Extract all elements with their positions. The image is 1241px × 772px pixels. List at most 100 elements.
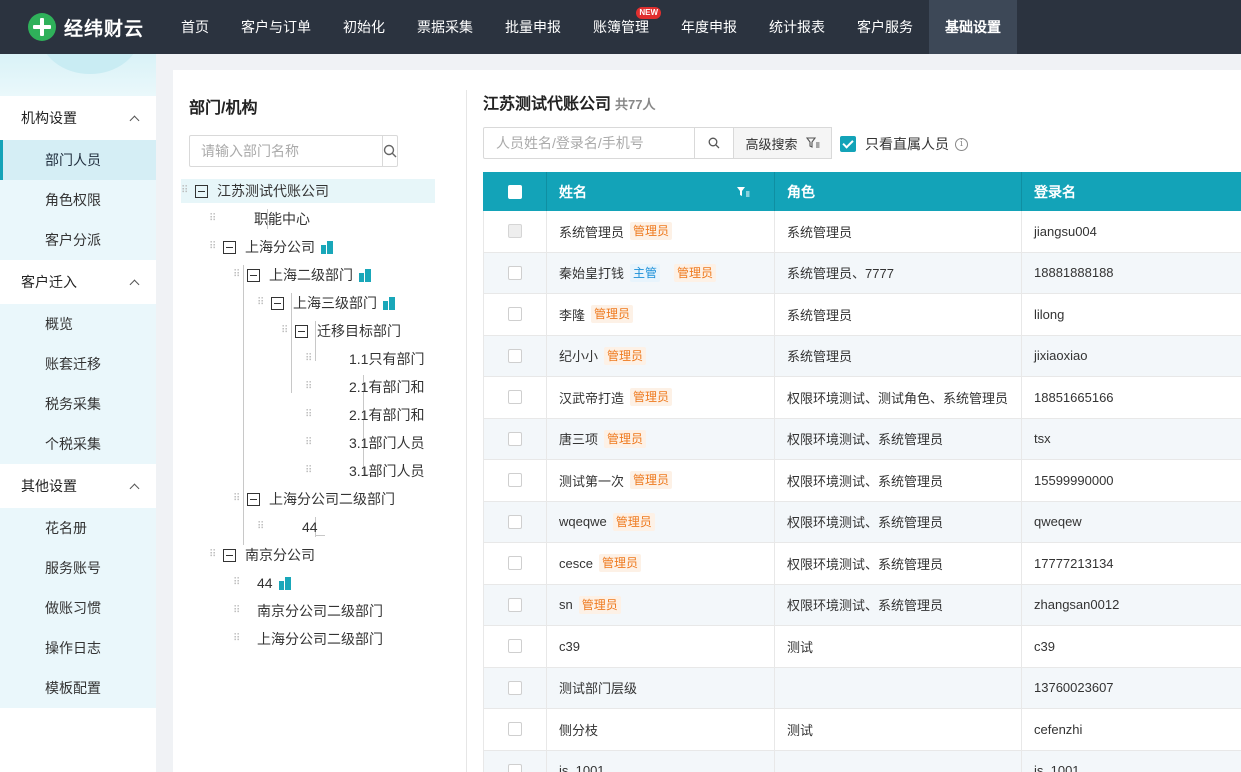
dept-search-button[interactable] xyxy=(382,136,397,166)
table-row[interactable]: c39 测试 c39 xyxy=(483,626,1241,668)
drag-handle-icon[interactable]: ⠿ xyxy=(305,382,319,392)
nav-item-init[interactable]: 初始化 xyxy=(327,0,401,54)
sidebar-item-overview[interactable]: 概览 xyxy=(0,304,156,344)
tree-node[interactable]: ⠿ 44 xyxy=(257,515,318,539)
sidebar-item-template-config[interactable]: 模板配置 xyxy=(0,668,156,708)
table-row[interactable]: sn 管理员 权限环境测试、系统管理员 zhangsan0012 xyxy=(483,584,1241,626)
user-search-input[interactable] xyxy=(484,128,694,158)
sidebar-item-bookkeeping-habits[interactable]: 做账习惯 xyxy=(0,588,156,628)
user-search-button[interactable] xyxy=(694,127,734,159)
drag-handle-icon[interactable]: ⠿ xyxy=(233,494,247,504)
row-checkbox[interactable] xyxy=(508,473,522,488)
row-checkbox[interactable] xyxy=(508,307,522,322)
advanced-search-button[interactable]: 高级搜索 xyxy=(733,127,832,159)
collapse-box-icon[interactable] xyxy=(223,548,236,562)
tree-node[interactable]: ⠿ 南京分公司二级部门 xyxy=(233,599,383,623)
tree-node[interactable]: ⠿ 1.1只有部门 xyxy=(305,347,451,371)
row-checkbox[interactable] xyxy=(508,348,522,363)
table-row[interactable]: 汉武帝打造 管理员 权限环境测试、测试角色、系统管理员 18851665166 xyxy=(483,377,1241,419)
collapse-box-icon[interactable] xyxy=(195,184,208,198)
sidebar-item-role-perm[interactable]: 角色权限 xyxy=(0,180,156,220)
drag-handle-icon[interactable]: ⠿ xyxy=(233,578,247,588)
sidebar-item-dept-staff[interactable]: 部门人员 xyxy=(0,140,156,180)
tree-node[interactable]: ⠿ 2.1有部门和 xyxy=(305,375,451,399)
nav-item-basic-settings[interactable]: 基础设置 xyxy=(929,0,1017,54)
row-checkbox[interactable] xyxy=(508,556,522,571)
only-direct-checkbox[interactable] xyxy=(840,136,856,152)
drag-handle-icon[interactable]: ⠿ xyxy=(305,410,319,420)
nav-item-annual-declare[interactable]: 年度申报 xyxy=(665,0,753,54)
logo[interactable]: 经纬财云 xyxy=(0,13,165,41)
tree-node[interactable]: ⠿ 上海分公司二级部门 xyxy=(233,627,383,651)
row-checkbox[interactable] xyxy=(508,265,522,280)
sidebar-item-account-migrate[interactable]: 账套迁移 xyxy=(0,344,156,384)
tree-node[interactable]: ⠿ 3.1部门人员 xyxy=(305,431,451,455)
tree-node[interactable]: ⠿ 迁移目标部门 xyxy=(281,319,401,343)
info-icon[interactable]: i xyxy=(955,137,968,151)
sidebar-group-org[interactable]: 机构设置 xyxy=(0,96,156,140)
drag-handle-icon[interactable]: ⠿ xyxy=(233,606,247,616)
nav-item-customers-orders[interactable]: 客户与订单 xyxy=(225,0,327,54)
drag-handle-icon[interactable]: ⠿ xyxy=(257,298,271,308)
drag-handle-icon[interactable]: ⠿ xyxy=(305,466,319,476)
tree-node[interactable]: ⠿ 上海二级部门 xyxy=(233,263,371,287)
row-checkbox[interactable] xyxy=(508,763,522,772)
row-checkbox[interactable] xyxy=(508,514,522,529)
collapse-box-icon[interactable] xyxy=(247,268,260,282)
drag-handle-icon[interactable]: ⠿ xyxy=(181,186,195,196)
select-all-checkbox[interactable] xyxy=(507,184,522,199)
row-checkbox[interactable] xyxy=(508,597,522,612)
row-checkbox[interactable] xyxy=(508,722,522,737)
tree-node[interactable]: ⠿ 职能中心 xyxy=(209,207,310,231)
sidebar-item-customer-assign[interactable]: 客户分派 xyxy=(0,220,156,260)
table-row[interactable]: js_1001 js_1001 xyxy=(483,750,1241,772)
table-row[interactable]: 侧分枝 测试 cefenzhi xyxy=(483,709,1241,751)
tree-node[interactable]: ⠿ 2.1有部门和 xyxy=(305,403,451,427)
drag-handle-icon[interactable]: ⠿ xyxy=(233,634,247,644)
table-row[interactable]: wqeqwe 管理员 权限环境测试、系统管理员 qweqew xyxy=(483,501,1241,543)
row-checkbox[interactable] xyxy=(508,639,522,654)
row-checkbox[interactable] xyxy=(508,390,522,405)
sidebar-item-roster[interactable]: 花名册 xyxy=(0,508,156,548)
drag-handle-icon[interactable]: ⠿ xyxy=(209,242,223,252)
nav-item-batch-declare[interactable]: 批量申报 xyxy=(489,0,577,54)
sidebar-item-iit-collect[interactable]: 个税采集 xyxy=(0,424,156,464)
tree-node[interactable]: ⠿ 上海三级部门 xyxy=(257,291,395,315)
drag-handle-icon[interactable]: ⠿ xyxy=(281,326,295,336)
nav-item-bill-collect[interactable]: 票据采集 xyxy=(401,0,489,54)
collapse-box-icon[interactable] xyxy=(247,492,260,506)
table-row[interactable]: 系统管理员 管理员 系统管理员 jiangsu004 xyxy=(483,211,1241,253)
table-row[interactable]: 测试部门层级 13760023607 xyxy=(483,667,1241,709)
column-filter-icon[interactable] xyxy=(736,186,750,198)
drag-handle-icon[interactable]: ⠿ xyxy=(305,438,319,448)
tree-node[interactable]: ⠿ 上海分公司二级部门 xyxy=(233,487,395,511)
drag-handle-icon[interactable]: ⠿ xyxy=(305,354,319,364)
dept-search-input[interactable] xyxy=(190,136,382,166)
only-direct-filter[interactable]: 只看直属人员 i xyxy=(840,134,968,154)
drag-handle-icon[interactable]: ⠿ xyxy=(209,550,223,560)
drag-handle-icon[interactable]: ⠿ xyxy=(209,214,223,224)
tree-node[interactable]: ⠿ 上海分公司 xyxy=(209,235,333,259)
collapse-box-icon[interactable] xyxy=(223,240,236,254)
sidebar-item-service-account[interactable]: 服务账号 xyxy=(0,548,156,588)
table-row[interactable]: 唐三项 管理员 权限环境测试、系统管理员 tsx xyxy=(483,418,1241,460)
nav-item-ledger[interactable]: 账簿管理 NEW xyxy=(577,0,665,54)
drag-handle-icon[interactable]: ⠿ xyxy=(233,270,247,280)
tree-node[interactable]: ⠿ 南京分公司 xyxy=(209,543,315,567)
table-row[interactable]: 秦始皇打钱 主管 管理员 系统管理员、7777 18881888188 xyxy=(483,252,1241,294)
collapse-box-icon[interactable] xyxy=(295,324,308,338)
nav-item-customer-service[interactable]: 客户服务 xyxy=(841,0,929,54)
tree-node[interactable]: ⠿ 江苏测试代账公司 xyxy=(181,179,435,203)
table-row[interactable]: 纪小小 管理员 系统管理员 jixiaoxiao xyxy=(483,335,1241,377)
row-checkbox[interactable] xyxy=(508,431,522,446)
tree-node[interactable]: ⠿ 3.1部门人员 xyxy=(305,459,451,483)
tree-node[interactable]: ⠿ 44 xyxy=(233,571,291,595)
row-checkbox[interactable] xyxy=(508,680,522,695)
nav-item-home[interactable]: 首页 xyxy=(165,0,225,54)
table-row[interactable]: 测试第一次 管理员 权限环境测试、系统管理员 15599990000 xyxy=(483,460,1241,502)
sidebar-group-migrate[interactable]: 客户迁入 xyxy=(0,260,156,304)
nav-item-reports[interactable]: 统计报表 xyxy=(753,0,841,54)
drag-handle-icon[interactable]: ⠿ xyxy=(257,522,271,532)
sidebar-item-operation-log[interactable]: 操作日志 xyxy=(0,628,156,668)
table-row[interactable]: cesce 管理员 权限环境测试、系统管理员 17777213134 xyxy=(483,543,1241,585)
